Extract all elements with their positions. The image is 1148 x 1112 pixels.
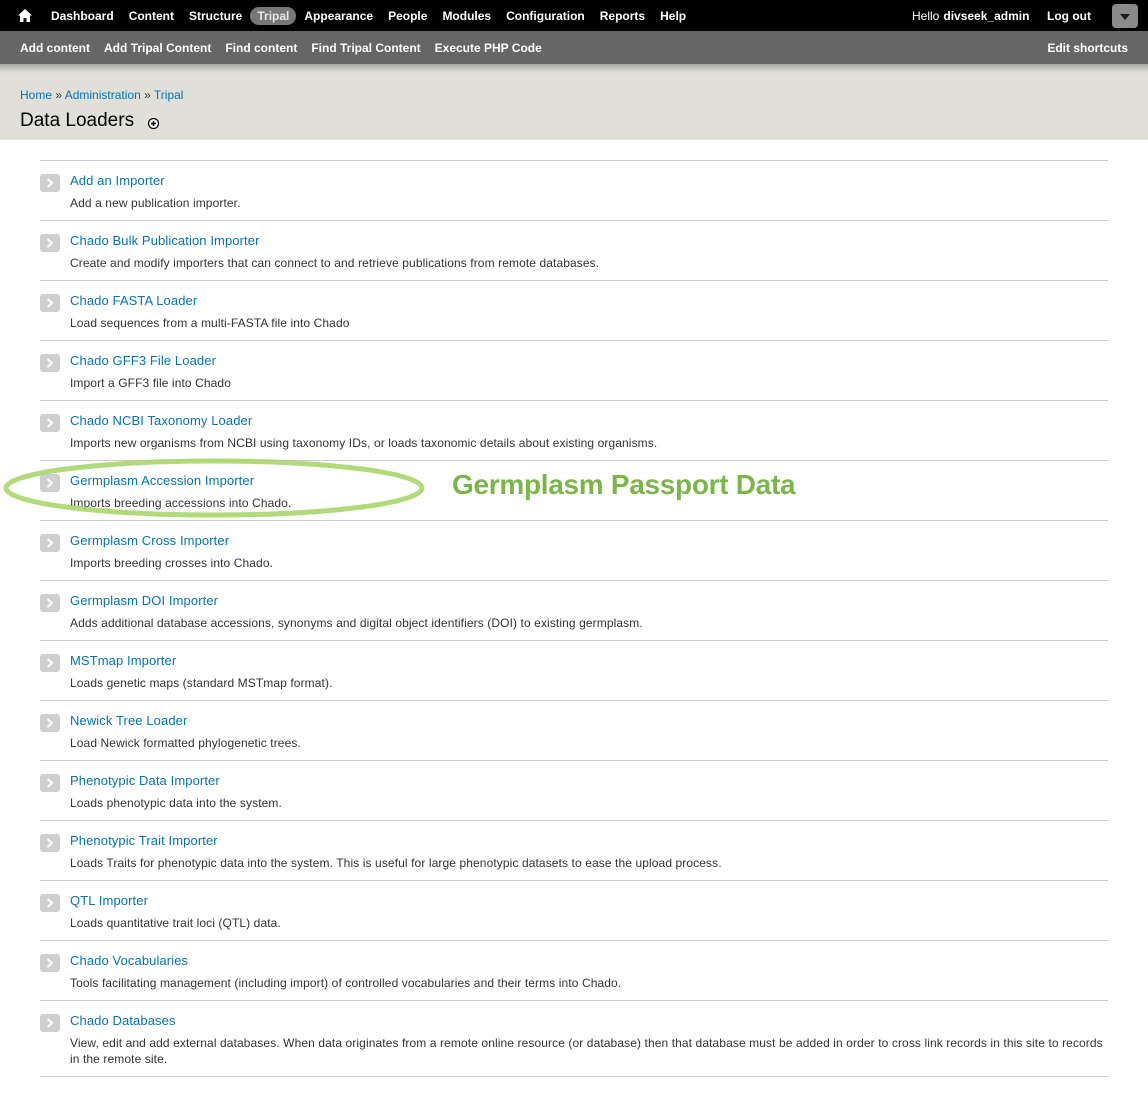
list-item: Germplasm DOI Importer Adds additional d… <box>40 581 1108 641</box>
item-link-germplasm-doi-importer[interactable]: Germplasm DOI Importer <box>70 593 1108 609</box>
shortcut-find-content[interactable]: Find content <box>218 41 304 55</box>
breadcrumb-separator: » <box>55 88 63 102</box>
admin-toolbar: Dashboard Content Structure Tripal Appea… <box>0 0 1148 31</box>
plus-circle-icon[interactable] <box>147 116 160 130</box>
shortcut-execute-php[interactable]: Execute PHP Code <box>428 41 549 55</box>
logout-link[interactable]: Log out <box>1047 0 1091 31</box>
menu-item-dashboard[interactable]: Dashboard <box>44 7 121 25</box>
item-link-phenotypic-data-importer[interactable]: Phenotypic Data Importer <box>70 773 1108 789</box>
item-link-phenotypic-trait-importer[interactable]: Phenotypic Trait Importer <box>70 833 1108 849</box>
menu-item-structure[interactable]: Structure <box>182 7 249 25</box>
list-item: Chado NCBI Taxonomy Loader Imports new o… <box>40 401 1108 461</box>
breadcrumb: Home » Administration » Tripal <box>20 88 183 102</box>
page-title: Data Loaders <box>20 110 135 131</box>
menu-item-tripal[interactable]: Tripal <box>250 6 297 25</box>
list-item: Phenotypic Trait Importer Loads Traits f… <box>40 821 1108 881</box>
item-description: Add a new publication importer. <box>70 196 241 210</box>
list-item: Chado FASTA Loader Load sequences from a… <box>40 281 1108 341</box>
item-link-fasta-loader[interactable]: Chado FASTA Loader <box>70 293 1108 309</box>
page-header: Home » Administration » Tripal Data Load… <box>0 64 1148 140</box>
shortcut-add-content[interactable]: Add content <box>13 41 97 55</box>
chevron-down-icon <box>1120 9 1130 23</box>
item-link-bulk-publication-importer[interactable]: Chado Bulk Publication Importer <box>70 233 1108 249</box>
list-item: Germplasm Cross Importer Imports breedin… <box>40 521 1108 581</box>
item-link-chado-databases[interactable]: Chado Databases <box>70 1013 1108 1029</box>
menu-item-people[interactable]: People <box>381 7 434 25</box>
list-item: Chado GFF3 File Loader Import a GFF3 fil… <box>40 341 1108 401</box>
chevron-right-icon <box>40 294 60 312</box>
chevron-right-icon <box>40 954 60 972</box>
list-item: Chado Bulk Publication Importer Create a… <box>40 221 1108 281</box>
item-link-newick-tree-loader[interactable]: Newick Tree Loader <box>70 713 1108 729</box>
item-description: Imports new organisms from NCBI using ta… <box>70 436 658 450</box>
list-item: MSTmap Importer Loads genetic maps (stan… <box>40 641 1108 701</box>
annotation-label: Germplasm Passport Data <box>452 469 796 500</box>
menu-item-content[interactable]: Content <box>122 7 181 25</box>
hello-text: Hello <box>912 8 940 23</box>
list-item: Chado Vocabularies Tools facilitating ma… <box>40 941 1108 1001</box>
item-description: Adds additional database accessions, syn… <box>70 616 643 630</box>
chevron-right-icon <box>40 774 60 792</box>
item-description: Load Newick formatted phylogenetic trees… <box>70 736 301 750</box>
list-item: Phenotypic Data Importer Loads phenotypi… <box>40 761 1108 821</box>
item-description: Loads phenotypic data into the system. <box>70 796 282 810</box>
item-description: Imports breeding crosses into Chado. <box>70 556 274 570</box>
item-description: Import a GFF3 file into Chado <box>70 376 231 390</box>
chevron-right-icon <box>40 714 60 732</box>
item-link-add-importer[interactable]: Add an Importer <box>70 173 1108 189</box>
shortcut-find-tripal-content[interactable]: Find Tripal Content <box>304 41 427 55</box>
item-link-gff3-loader[interactable]: Chado GFF3 File Loader <box>70 353 1108 369</box>
item-description: Loads quantitative trait loci (QTL) data… <box>70 916 281 930</box>
home-icon[interactable] <box>16 6 34 24</box>
menu-item-appearance[interactable]: Appearance <box>297 7 380 25</box>
username-link[interactable]: divseek_admin <box>943 9 1029 23</box>
admin-menu: Dashboard Content Structure Tripal Appea… <box>44 0 694 31</box>
menu-item-modules[interactable]: Modules <box>435 7 498 25</box>
edit-shortcuts-link[interactable]: Edit shortcuts <box>1047 31 1128 64</box>
shortcuts-toggle-button[interactable] <box>1112 4 1138 28</box>
item-link-mstmap-importer[interactable]: MSTmap Importer <box>70 653 1108 669</box>
chevron-right-icon <box>40 654 60 672</box>
chevron-right-icon <box>40 354 60 372</box>
chevron-right-icon <box>40 414 60 432</box>
chevron-right-icon <box>40 174 60 192</box>
chevron-right-icon <box>40 234 60 252</box>
chevron-right-icon <box>40 534 60 552</box>
item-description: Tools facilitating management (including… <box>70 976 622 990</box>
breadcrumb-tripal[interactable]: Tripal <box>154 88 184 102</box>
shortcuts-bar: Add content Add Tripal Content Find cont… <box>0 31 1148 64</box>
breadcrumb-administration[interactable]: Administration <box>65 88 141 102</box>
menu-item-configuration[interactable]: Configuration <box>499 7 592 25</box>
list-item: QTL Importer Loads quantitative trait lo… <box>40 881 1108 941</box>
item-description: Loads Traits for phenotypic data into th… <box>70 856 722 870</box>
shortcut-links: Add content Add Tripal Content Find cont… <box>13 31 549 64</box>
item-description: Create and modify importers that can con… <box>70 256 600 270</box>
menu-item-help[interactable]: Help <box>653 7 693 25</box>
chevron-right-icon <box>40 594 60 612</box>
item-description: Loads genetic maps (standard MSTmap form… <box>70 676 333 690</box>
breadcrumb-separator: » <box>144 88 151 102</box>
item-description: Load sequences from a multi-FASTA file i… <box>70 316 350 330</box>
annotation-ellipse <box>3 458 425 518</box>
shortcut-add-tripal-content[interactable]: Add Tripal Content <box>97 41 218 55</box>
item-link-germplasm-cross-importer[interactable]: Germplasm Cross Importer <box>70 533 1108 549</box>
item-link-qtl-importer[interactable]: QTL Importer <box>70 893 1108 909</box>
chevron-right-icon <box>40 1014 60 1032</box>
chevron-right-icon <box>40 894 60 912</box>
item-link-chado-vocabularies[interactable]: Chado Vocabularies <box>70 953 1108 969</box>
menu-item-reports[interactable]: Reports <box>593 7 652 25</box>
item-link-ncbi-taxonomy-loader[interactable]: Chado NCBI Taxonomy Loader <box>70 413 1108 429</box>
chevron-right-icon <box>40 834 60 852</box>
user-greeting: Hello divseek_admin <box>912 0 1029 31</box>
list-item: Newick Tree Loader Load Newick formatted… <box>40 701 1108 761</box>
list-item: Add an Importer Add a new publication im… <box>40 161 1108 221</box>
breadcrumb-home[interactable]: Home <box>20 88 52 102</box>
item-description: View, edit and add external databases. W… <box>70 1036 1103 1066</box>
list-item: Chado Databases View, edit and add exter… <box>40 1001 1108 1077</box>
data-loaders-list: Add an Importer Add a new publication im… <box>40 160 1108 1077</box>
